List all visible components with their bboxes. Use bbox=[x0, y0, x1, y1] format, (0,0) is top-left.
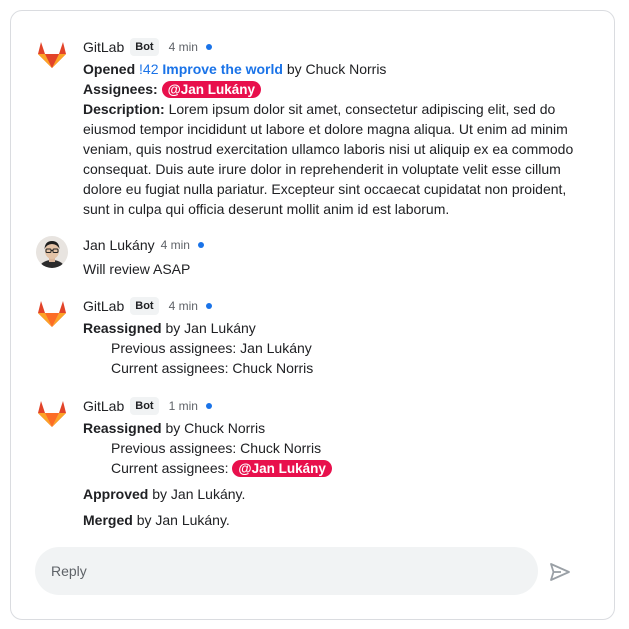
description-label: Description: bbox=[83, 101, 165, 117]
assignees-label: Assignees: bbox=[83, 81, 158, 97]
timestamp: 4 min bbox=[168, 40, 198, 54]
description-text: veniam, quis nostrud exercitation ullamc… bbox=[83, 141, 574, 157]
timestamp: 4 min bbox=[160, 238, 190, 252]
previous-assignees: Previous assignees: Jan Lukány bbox=[111, 340, 312, 356]
timestamp: 4 min bbox=[168, 299, 198, 313]
message-user: Jan Lukány 4 min Will review ASAP bbox=[35, 235, 590, 285]
current-assignees: Current assignees: @Jan Lukány bbox=[83, 458, 590, 478]
message-header: Jan Lukány 4 min bbox=[83, 235, 590, 255]
bot-badge: Bot bbox=[130, 297, 159, 315]
unread-dot bbox=[205, 303, 212, 309]
sender-name: GitLab bbox=[83, 39, 125, 55]
gitlab-logo-icon bbox=[38, 42, 66, 68]
sender-name: Jan Lukány bbox=[83, 237, 155, 253]
opened-by: by Chuck Norris bbox=[286, 61, 387, 77]
message-header: GitLab Bot 1 min bbox=[83, 396, 590, 416]
merged-line: Merged by Jan Lukány. bbox=[83, 510, 590, 530]
sender-name: GitLab bbox=[83, 298, 125, 314]
description-text: consequat. Duis aute irure dolor in repr… bbox=[83, 161, 561, 177]
user-avatar bbox=[36, 236, 68, 268]
reassigned-line: Reassigned by Chuck Norris bbox=[83, 418, 590, 438]
description-text: sunt in culpa qui officia deserunt molli… bbox=[83, 201, 450, 217]
action-by: by Chuck Norris bbox=[165, 420, 266, 436]
message-gitlab-opened: GitLab Bot 4 min Opened !42 Improve the … bbox=[35, 37, 590, 227]
mr-number-link[interactable]: !42 bbox=[139, 61, 158, 77]
description: Description: Lorem ipsum dolor sit amet,… bbox=[83, 99, 590, 219]
gitlab-logo-icon bbox=[38, 301, 66, 327]
action-label: Reassigned bbox=[83, 420, 162, 436]
message-header: GitLab Bot 4 min bbox=[83, 296, 590, 316]
action-label: Reassigned bbox=[83, 320, 162, 336]
approved-label: Approved bbox=[83, 486, 149, 502]
assignee-mention[interactable]: @Jan Lukány bbox=[161, 81, 262, 98]
action-by: by Jan Lukány bbox=[165, 320, 256, 336]
reply-placeholder: Reply bbox=[51, 563, 87, 579]
mr-title-link[interactable]: Improve the world bbox=[162, 61, 283, 77]
assignees-line: Assignees: @Jan Lukány bbox=[83, 79, 590, 99]
sender-name: GitLab bbox=[83, 398, 125, 414]
message-text: Will review ASAP bbox=[83, 261, 191, 277]
reassigned-line: Reassigned by Jan Lukány bbox=[83, 318, 590, 338]
gitlab-logo-icon bbox=[38, 401, 66, 427]
unread-dot bbox=[205, 44, 212, 50]
message-gitlab-merged: GitLab Bot 1 min Reassigned by Chuck Nor… bbox=[35, 396, 590, 536]
assignee-mention[interactable]: @Jan Lukány bbox=[232, 460, 332, 477]
bot-badge: Bot bbox=[130, 397, 159, 415]
opened-label: Opened bbox=[83, 61, 136, 77]
previous-assignees: Previous assignees: Chuck Norris bbox=[111, 440, 322, 456]
approved-line: Approved by Jan Lukány. bbox=[83, 484, 590, 504]
message-gitlab-reassigned: GitLab Bot 4 min Reassigned by Jan Lukán… bbox=[35, 296, 590, 376]
current-assignees: Current assignees: Chuck Norris bbox=[111, 360, 314, 376]
current-assignees-label: Current assignees: bbox=[111, 460, 229, 476]
chat-card: GitLab Bot 4 min Opened !42 Improve the … bbox=[10, 10, 615, 620]
timestamp: 1 min bbox=[168, 399, 198, 413]
message-header: GitLab Bot 4 min bbox=[83, 37, 590, 57]
merged-label: Merged bbox=[83, 512, 133, 528]
approved-by: by Jan Lukány. bbox=[152, 486, 246, 502]
reply-input[interactable]: Reply bbox=[35, 547, 538, 595]
merged-by: by Jan Lukány. bbox=[136, 512, 230, 528]
unread-dot bbox=[197, 242, 204, 248]
opened-line: Opened !42 Improve the world by Chuck No… bbox=[83, 59, 590, 79]
description-text: eiusmod tempor incididunt ut labore et d… bbox=[83, 121, 568, 137]
bot-badge: Bot bbox=[130, 38, 159, 56]
description-text: dolore eu fugiat nulla pariatur. Excepte… bbox=[83, 181, 567, 197]
send-icon[interactable] bbox=[548, 560, 572, 584]
description-text: Lorem ipsum dolor sit amet, consectetur … bbox=[168, 101, 556, 117]
unread-dot bbox=[205, 403, 212, 409]
